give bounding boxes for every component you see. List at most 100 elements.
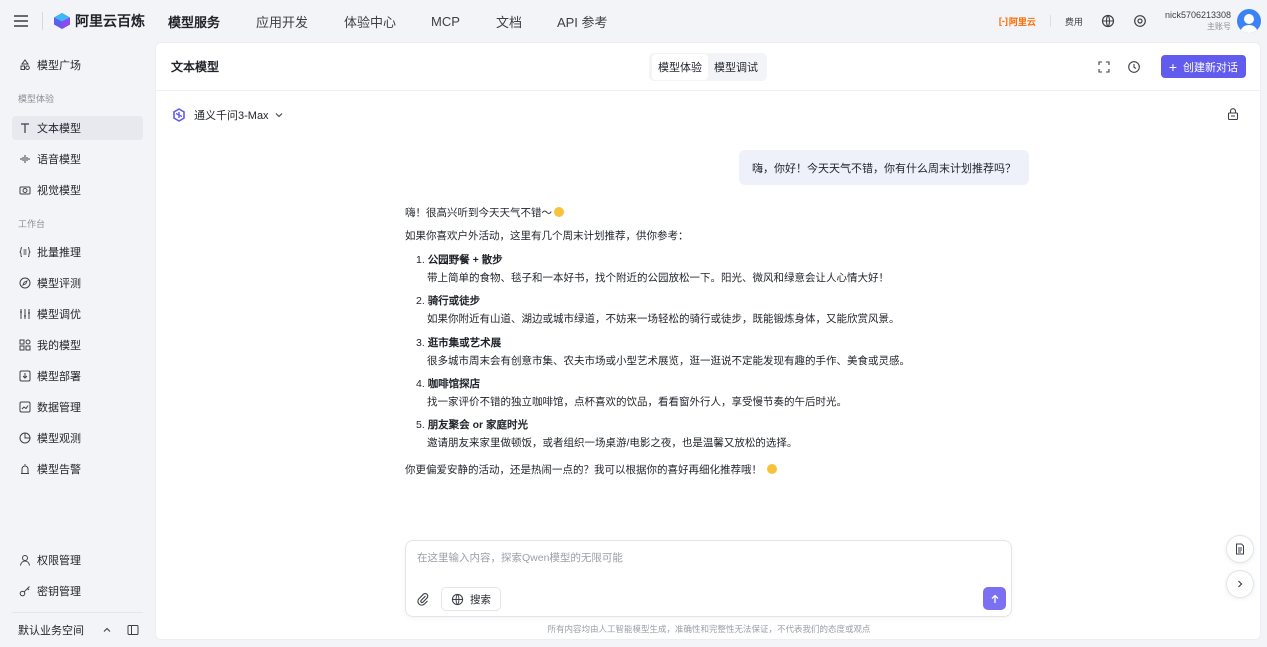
list-item-desc: 如果你附近有山道、湖边或城市绿道，不妨来一场轻松的骑行或徒步，既能锻炼身体，又能… bbox=[427, 313, 900, 325]
list-item-title: 公园野餐 + 散步 bbox=[427, 254, 503, 266]
nav-api-reference[interactable]: API 参考 bbox=[557, 12, 608, 31]
list-item-title: 咖啡馆探店 bbox=[427, 378, 481, 390]
brand-logo-icon bbox=[54, 13, 70, 29]
waveform-icon bbox=[20, 155, 30, 163]
top-right-tools: [-] 阿里云 费用 nick5706213308 主账号 bbox=[999, 0, 1267, 42]
notes-button[interactable] bbox=[1226, 535, 1254, 563]
sidebar-item-label: 批量推理 bbox=[37, 247, 81, 259]
tab-model-debug[interactable]: 模型调试 bbox=[708, 54, 764, 80]
camera-icon bbox=[19, 186, 31, 195]
menu-icon[interactable] bbox=[0, 0, 42, 42]
answer-closing: 你更偏爱安静的活动，还是热闹一点的？我可以根据你的喜好再细化推荐哦！ bbox=[405, 462, 777, 477]
model-selector[interactable]: 通义千问3-Max bbox=[172, 107, 284, 123]
sidebar-item-data-management[interactable]: 数据管理 bbox=[12, 395, 143, 419]
sidebar-item-model-observe[interactable]: 模型观测 bbox=[12, 426, 143, 450]
nav-model-service[interactable]: 模型服务 bbox=[168, 12, 220, 31]
workspace-switcher[interactable]: 默认业务空间 bbox=[12, 612, 143, 647]
top-nav: 模型服务 应用开发 体验中心 MCP 文档 API 参考 bbox=[157, 12, 608, 31]
list-item-number: 2. bbox=[416, 295, 425, 307]
sidebar-item-voice-model[interactable]: 语音模型 bbox=[12, 147, 143, 171]
nav-app-dev[interactable]: 应用开发 bbox=[256, 12, 308, 31]
sidebar-group-label: 工作台 bbox=[18, 219, 46, 229]
list-item: 5. 朋友聚会 or 家庭时光 bbox=[416, 417, 528, 432]
top-bar: 阿里云百炼 模型服务 应用开发 体验中心 MCP 文档 API 参考 [-] 阿… bbox=[0, 0, 1267, 42]
history-icon[interactable] bbox=[1127, 60, 1141, 74]
document-icon bbox=[1236, 543, 1244, 555]
grid-icon bbox=[19, 339, 31, 351]
sidebar-item-my-models[interactable]: 我的模型 bbox=[12, 333, 143, 357]
list-item: 3. 逛市集或艺术展 bbox=[416, 335, 501, 350]
attachment-icon[interactable] bbox=[416, 592, 430, 606]
fee-link[interactable]: 费用 bbox=[1065, 15, 1083, 28]
nav-docs[interactable]: 文档 bbox=[496, 12, 522, 31]
settings-icon[interactable] bbox=[1133, 14, 1147, 28]
list-item-number: 1. bbox=[416, 254, 425, 266]
sliders-icon bbox=[20, 309, 30, 319]
user-message-bubble: 嗨，你好！今天天气不错，你有什么周末计划推荐吗？ bbox=[739, 150, 1029, 185]
shapes-icon bbox=[20, 59, 30, 70]
alarm-icon bbox=[21, 464, 29, 474]
web-search-toggle[interactable]: 搜索 bbox=[441, 587, 501, 611]
list-item: 2. 骑行或徒步 bbox=[416, 293, 480, 308]
chat-input-placeholder[interactable]: 在这里输入内容，探索Qwen模型的无限可能 bbox=[417, 550, 623, 565]
chat-input-box[interactable]: 在这里输入内容，探索Qwen模型的无限可能 搜索 bbox=[405, 540, 1012, 617]
disclaimer: 所有内容均由人工智能模型生成，准确性和完整性无法保证，不代表我们的态度或观点 bbox=[547, 624, 871, 634]
download-box-icon bbox=[19, 370, 31, 382]
clear-icon[interactable] bbox=[1226, 107, 1240, 121]
qwen-logo-icon bbox=[173, 108, 185, 122]
user-icon bbox=[20, 555, 30, 566]
list-item-title: 骑行或徒步 bbox=[427, 295, 481, 307]
sidebar-item-label: 模型调优 bbox=[37, 309, 81, 321]
answer-greeting-text: 嗨！很高兴听到今天天气不错～ bbox=[405, 207, 552, 219]
chevron-up-icon[interactable] bbox=[102, 625, 112, 635]
sidebar-item-permissions[interactable]: 权限管理 bbox=[12, 548, 143, 572]
expand-panel-button[interactable] bbox=[1226, 570, 1254, 598]
sidebar-item-model-alert[interactable]: 模型告警 bbox=[12, 457, 143, 481]
answer-intro: 如果你喜欢户外活动，这里有几个周末计划推荐，供你参考： bbox=[405, 230, 689, 242]
new-chat-button[interactable]: + 创建新对话 bbox=[1160, 55, 1246, 78]
nav-mcp[interactable]: MCP bbox=[431, 14, 460, 29]
username: nick5706213308 bbox=[1164, 10, 1231, 20]
sidebar-item-label: 文本模型 bbox=[37, 123, 81, 135]
new-chat-label: 创建新对话 bbox=[1183, 61, 1238, 74]
plus-icon: + bbox=[1168, 58, 1177, 75]
aliyun-link[interactable]: [-] 阿里云 bbox=[999, 15, 1036, 28]
sidebar-item-vision-model[interactable]: 视觉模型 bbox=[12, 178, 143, 202]
key-icon bbox=[19, 586, 30, 597]
answer-greeting: 嗨！很高兴听到今天天气不错～ bbox=[405, 205, 564, 220]
brand-logo[interactable]: 阿里云百炼 bbox=[53, 11, 157, 31]
sidebar-item-model-eval[interactable]: 模型评测 bbox=[12, 271, 143, 295]
sidebar-item-batch-inference[interactable]: 批量推理 bbox=[12, 240, 143, 264]
sidebar-item-model-square[interactable]: 模型广场 bbox=[12, 53, 143, 77]
user-info[interactable]: nick5706213308 主账号 bbox=[1165, 9, 1231, 33]
sidebar-group-label: 模型体验 bbox=[18, 94, 55, 104]
model-name: 通义千问3-Max bbox=[194, 110, 269, 122]
chevron-down-icon bbox=[275, 113, 282, 118]
brand-name: 阿里云百炼 bbox=[75, 13, 145, 29]
nav-experience-center[interactable]: 体验中心 bbox=[344, 12, 396, 31]
sidebar-item-label: 数据管理 bbox=[37, 402, 81, 414]
collapse-sidebar-icon[interactable] bbox=[127, 624, 139, 636]
sidebar-item-label: 权限管理 bbox=[37, 555, 81, 567]
list-item-desc: 很多城市周末会有创意市集、农夫市场或小型艺术展览，逛一逛说不定能发现有趣的手作、… bbox=[427, 355, 910, 367]
line-chart-icon bbox=[19, 401, 31, 413]
sidebar-item-label: 模型广场 bbox=[37, 60, 81, 72]
sidebar-item-text-model[interactable]: 文本模型 bbox=[12, 116, 143, 140]
pie-chart-icon bbox=[19, 432, 31, 444]
tab-model-experience[interactable]: 模型体验 bbox=[652, 54, 708, 80]
sidebar-item-label: 语音模型 bbox=[37, 154, 81, 166]
globe-icon[interactable] bbox=[1101, 14, 1115, 28]
sidebar-item-label: 模型观测 bbox=[37, 433, 81, 445]
send-button[interactable] bbox=[983, 587, 1006, 610]
grin-emoji-icon bbox=[766, 464, 777, 474]
sidebar-item-model-tuning[interactable]: 模型调优 bbox=[12, 302, 143, 326]
fullscreen-icon[interactable] bbox=[1097, 60, 1111, 74]
avatar[interactable] bbox=[1237, 9, 1261, 33]
page-title: 文本模型 bbox=[171, 60, 220, 74]
list-item-title: 朋友聚会 or 家庭时光 bbox=[427, 419, 529, 431]
list-item-number: 5. bbox=[416, 419, 425, 431]
sidebar-item-keys[interactable]: 密钥管理 bbox=[12, 579, 143, 603]
workspace-name: 默认业务空间 bbox=[18, 625, 84, 637]
sidebar-item-model-deploy[interactable]: 模型部署 bbox=[12, 364, 143, 388]
list-item: 4. 咖啡馆探店 bbox=[416, 376, 480, 391]
